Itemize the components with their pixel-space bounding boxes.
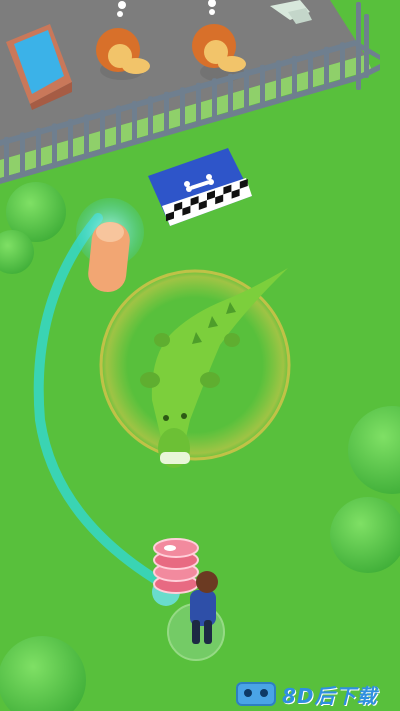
watermark-text: 8D后下载: [282, 683, 378, 708]
fence-post: [276, 60, 281, 103]
fence-post: [324, 46, 329, 89]
fence-post: [292, 55, 297, 98]
fence-post: [244, 69, 249, 112]
fence-post: [68, 118, 73, 161]
robot-logo-icon: [236, 682, 276, 706]
fence-post: [148, 96, 153, 139]
meat-bone: [164, 545, 176, 551]
fence-post: [4, 136, 9, 179]
fence-post: [116, 105, 121, 148]
fence-post: [196, 82, 201, 125]
meat-stack-icon: [153, 538, 199, 594]
fence-post: [308, 51, 313, 94]
watermark: 8D后下载: [236, 681, 396, 708]
fence-post: [20, 132, 25, 175]
fence-post: [228, 73, 233, 116]
fence-post: [36, 127, 41, 170]
game-scene[interactable]: [0, 0, 400, 711]
fence-post: [356, 50, 361, 90]
fence-post: [212, 78, 217, 121]
fence-post: [260, 64, 265, 107]
fence-post: [180, 87, 185, 130]
fence-post: [132, 100, 137, 143]
fence-post: [340, 42, 345, 85]
fence-post: [100, 109, 105, 152]
fence-post: [52, 123, 57, 166]
fence-post: [164, 91, 169, 134]
fence-post: [84, 114, 89, 157]
fence-post: [364, 38, 369, 78]
